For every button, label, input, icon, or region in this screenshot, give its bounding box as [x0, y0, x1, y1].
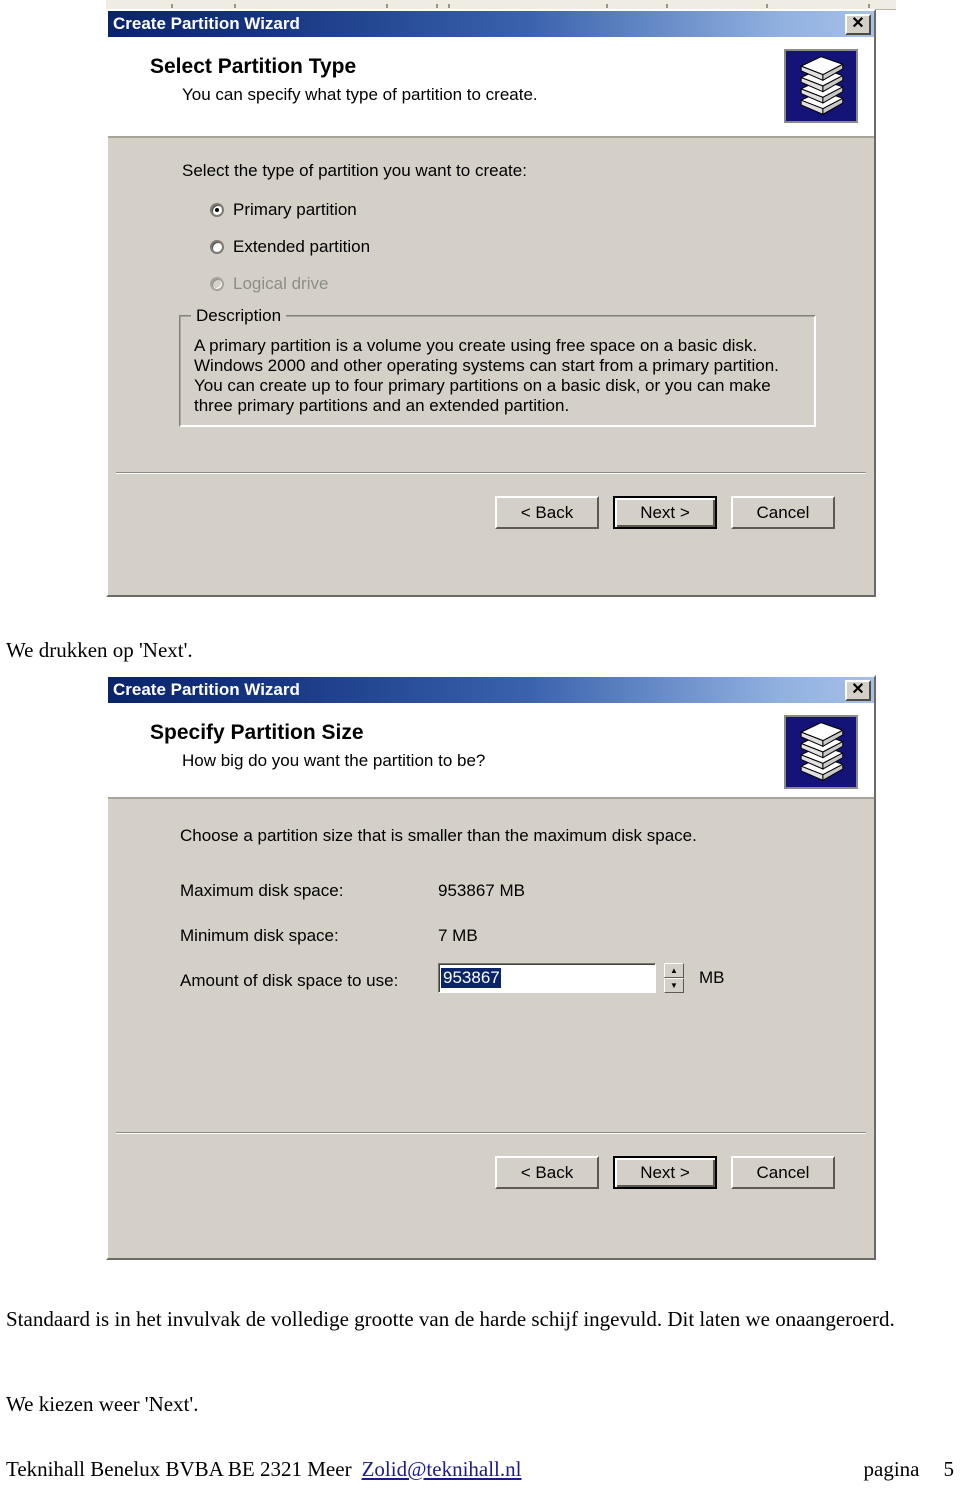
dialog-button-row: < Back Next > Cancel — [495, 496, 835, 529]
amount-of-disk-space-label: Amount of disk space to use: — [180, 971, 399, 990]
page-subtitle: How big do you want the partition to be? — [182, 751, 486, 770]
dialog-title: Create Partition Wizard — [113, 14, 300, 33]
description-legend: Description — [191, 306, 287, 326]
cancel-button[interactable]: Cancel — [731, 496, 835, 529]
create-partition-wizard-specify-size-dialog: Create Partition Wizard ✕ Specify Partit… — [106, 675, 876, 1260]
partition-size-prompt: Choose a partition size that is smaller … — [180, 826, 697, 845]
disk-space-spinner[interactable]: 953867 ▲ ▼ MB — [438, 963, 725, 993]
disk-stack-icon — [784, 715, 858, 789]
close-icon[interactable]: ✕ — [845, 13, 871, 35]
page-title: Specify Partition Size — [150, 721, 364, 744]
disk-space-input-value: 953867 — [441, 968, 501, 988]
radio-logical-drive: Logical drive — [210, 274, 328, 294]
dialog-body: Select the type of partition you want to… — [108, 138, 874, 595]
dialog-button-row: < Back Next > Cancel — [495, 1156, 835, 1189]
radio-indicator-icon — [210, 277, 224, 291]
partition-type-prompt: Select the type of partition you want to… — [182, 161, 527, 180]
footer-page-number: 5 — [943, 1457, 955, 1481]
radio-extended-partition[interactable]: Extended partition — [210, 237, 370, 257]
next-button[interactable]: Next > — [613, 496, 717, 529]
page-footer: Teknihall Benelux BVBA BE 2321 Meer Zoli… — [6, 1457, 954, 1482]
radio-indicator-icon — [210, 240, 224, 254]
dialog-header-banner: Select Partition Type You can specify wh… — [108, 37, 874, 138]
radio-primary-partition[interactable]: Primary partition — [210, 200, 357, 220]
close-icon[interactable]: ✕ — [845, 679, 871, 701]
radio-indicator-icon — [210, 203, 224, 217]
minimum-disk-space-value: 7 MB — [438, 926, 478, 945]
description-groupbox: Description A primary partition is a vol… — [179, 306, 816, 427]
footer-email-link[interactable]: Zolid@teknihall.nl — [362, 1457, 522, 1482]
disk-stack-graphic — [800, 722, 844, 781]
create-partition-wizard-select-type-dialog: Create Partition Wizard ✕ Select Partiti… — [106, 9, 876, 597]
page-title: Select Partition Type — [150, 55, 357, 78]
disk-stack-graphic — [800, 56, 844, 115]
dialog-titlebar[interactable]: Create Partition Wizard ✕ — [108, 11, 874, 37]
description-line: A primary partition is a volume you crea… — [194, 336, 758, 355]
maximum-disk-space-label: Maximum disk space: — [180, 881, 344, 900]
radio-label: Logical drive — [233, 274, 329, 293]
description-text: A primary partition is a volume you crea… — [194, 336, 805, 416]
description-line: Windows 2000 and other operating systems… — [194, 356, 779, 375]
disk-space-input[interactable]: 953867 — [438, 963, 656, 993]
back-button[interactable]: < Back — [495, 1156, 599, 1189]
disk-stack-icon — [784, 49, 858, 123]
dialog-body: Choose a partition size that is smaller … — [108, 799, 874, 1258]
minimum-disk-space-label: Minimum disk space: — [180, 926, 339, 945]
footer-divider — [116, 1132, 866, 1134]
footer-page-label: pagina — [863, 1457, 920, 1481]
radio-label: Extended partition — [233, 237, 371, 256]
paragraph-we-drukken: We drukken op 'Next'. — [6, 638, 193, 662]
disk-space-unit: MB — [699, 968, 725, 987]
chevron-up-icon[interactable]: ▲ — [664, 963, 684, 978]
maximum-disk-space-value: 953867 MB — [438, 881, 525, 900]
radio-label: Primary partition — [233, 200, 357, 219]
paragraph-standaard: Standaard is in het invulvak de volledig… — [6, 1307, 895, 1331]
footer-company: Teknihall Benelux BVBA BE 2321 Meer — [6, 1457, 352, 1481]
dialog-titlebar[interactable]: Create Partition Wizard ✕ — [108, 677, 874, 703]
cancel-button[interactable]: Cancel — [731, 1156, 835, 1189]
paragraph-we-kiezen: We kiezen weer 'Next'. — [6, 1392, 199, 1416]
description-line: You can create up to four primary partit… — [194, 376, 771, 395]
dialog-title: Create Partition Wizard — [113, 680, 300, 699]
chevron-down-icon[interactable]: ▼ — [664, 978, 684, 993]
description-line: three primary partitions and an extended… — [194, 396, 570, 415]
dialog-header-banner: Specify Partition Size How big do you wa… — [108, 703, 874, 799]
spinner-buttons[interactable]: ▲ ▼ — [664, 963, 684, 993]
footer-divider — [116, 472, 866, 474]
back-button[interactable]: < Back — [495, 496, 599, 529]
page-subtitle: You can specify what type of partition t… — [182, 85, 538, 104]
next-button[interactable]: Next > — [613, 1156, 717, 1189]
